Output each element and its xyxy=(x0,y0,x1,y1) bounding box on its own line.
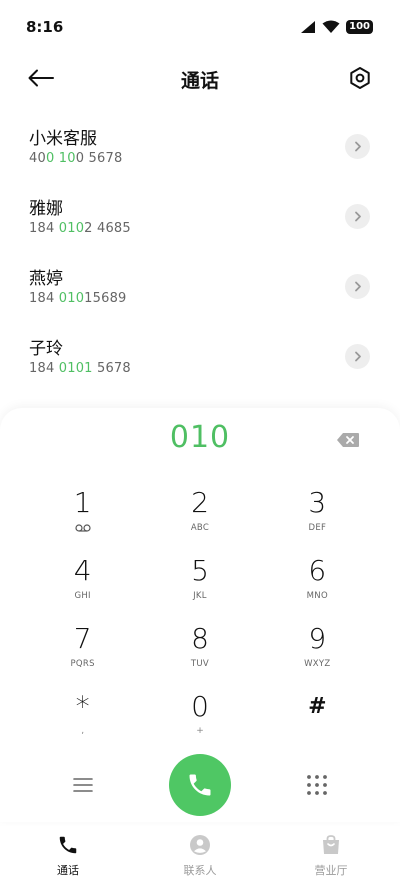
key-digit: 2 xyxy=(191,486,209,519)
status-bar: 8:16 100 xyxy=(0,0,400,56)
key-3[interactable]: 3 DEF xyxy=(259,486,376,554)
menu-button[interactable] xyxy=(72,776,94,794)
nav-item-calls[interactable]: 通话 xyxy=(18,834,118,878)
nav-label: 联系人 xyxy=(183,864,217,877)
contact-name: 子玲 xyxy=(29,339,63,359)
key-star[interactable]: * , xyxy=(24,690,141,758)
contact-detail-button[interactable] xyxy=(345,344,370,369)
key-4[interactable]: 4 GHI xyxy=(24,554,141,622)
nav-item-service-hall[interactable]: 营业厅 xyxy=(281,834,381,878)
key-8[interactable]: 8 TUV xyxy=(141,622,258,690)
chevron-right-icon xyxy=(354,141,361,152)
chevron-right-icon xyxy=(354,211,361,222)
contact-number: 400 100 5678 xyxy=(29,151,123,166)
key-digit: * xyxy=(75,690,90,723)
key-letters: + xyxy=(196,726,204,736)
nav-label: 营业厅 xyxy=(314,864,348,877)
key-hash[interactable]: # xyxy=(259,690,376,758)
key-digit: 5 xyxy=(191,554,209,587)
key-digit: 3 xyxy=(308,486,327,519)
contact-name: 雅娜 xyxy=(29,199,63,219)
contact-row[interactable]: 燕婷 184 01015689 xyxy=(0,256,400,326)
status-icons: 100 xyxy=(300,20,373,34)
contact-row[interactable]: 小米客服 400 100 5678 xyxy=(0,116,400,186)
call-button[interactable] xyxy=(169,754,231,816)
key-5[interactable]: 5 JKL xyxy=(141,554,258,622)
contact-number: 184 01015689 xyxy=(29,291,127,306)
action-row xyxy=(0,754,400,816)
key-letters: DEF xyxy=(308,523,327,533)
key-6[interactable]: 6 MNO xyxy=(259,554,376,622)
page-title: 通话 xyxy=(180,70,219,92)
chevron-right-icon xyxy=(354,281,361,292)
wifi-icon xyxy=(322,20,340,33)
key-digit: 8 xyxy=(191,622,209,655)
backspace-icon xyxy=(337,433,359,447)
menu-icon xyxy=(73,778,93,792)
phone-icon xyxy=(189,774,211,796)
bottom-nav: 通话 联系人 营业厅 xyxy=(0,826,400,889)
settings-icon xyxy=(350,67,370,89)
header: 通话 xyxy=(0,58,400,98)
nav-label: 通话 xyxy=(57,864,79,877)
backspace-button[interactable] xyxy=(336,432,360,448)
dial-keys: 1 2 ABC 3 DEF 4 GHI 5 JKL 6 MNO 7 PQRS 8… xyxy=(24,486,376,758)
key-digit: 9 xyxy=(308,622,327,655)
settings-button[interactable] xyxy=(348,66,372,90)
key-letters: WXYZ xyxy=(304,659,331,669)
key-digit: 4 xyxy=(73,554,92,587)
key-digit: 0 xyxy=(191,690,209,723)
key-letters: ABC xyxy=(190,523,210,533)
battery-indicator: 100 xyxy=(346,20,373,34)
key-1[interactable]: 1 xyxy=(24,486,141,554)
key-digit: 1 xyxy=(73,486,92,519)
signal-icon xyxy=(301,21,316,33)
dialpad-toggle-button[interactable] xyxy=(306,774,328,796)
key-2[interactable]: 2 ABC xyxy=(141,486,258,554)
nav-item-contacts[interactable]: 联系人 xyxy=(150,834,250,878)
status-time: 8:16 xyxy=(26,18,64,36)
contact-detail-button[interactable] xyxy=(345,204,370,229)
key-letters: GHI xyxy=(74,591,91,601)
key-letters: JKL xyxy=(193,591,207,601)
shopping-bag-icon xyxy=(323,835,339,854)
key-digit: # xyxy=(308,694,327,719)
key-letters: , xyxy=(81,726,85,736)
key-letters: TUV xyxy=(190,659,210,669)
key-digit: 7 xyxy=(73,622,92,655)
keypad-panel: 010 1 2 ABC 3 DEF 4 GHI 5 JKL 6 MNO 7 PQ… xyxy=(0,408,400,822)
contact-name: 燕婷 xyxy=(29,269,63,289)
contact-row[interactable]: 雅娜 184 0102 4685 xyxy=(0,186,400,256)
contact-list: 小米客服 400 100 5678 雅娜 184 0102 4685 燕婷 18… xyxy=(0,116,400,396)
key-digit: 6 xyxy=(308,554,327,587)
phone-icon xyxy=(59,836,77,854)
key-7[interactable]: 7 PQRS xyxy=(24,622,141,690)
key-letters: PQRS xyxy=(70,659,95,669)
key-0[interactable]: 0 + xyxy=(141,690,258,758)
contact-detail-button[interactable] xyxy=(345,274,370,299)
contact-row[interactable]: 子玲 184 0101 5678 xyxy=(0,326,400,396)
contact-name: 小米客服 xyxy=(29,129,97,149)
voicemail-icon xyxy=(75,524,91,532)
key-9[interactable]: 9 WXYZ xyxy=(259,622,376,690)
contact-number: 184 0102 4685 xyxy=(29,221,131,236)
key-letters: MNO xyxy=(306,591,328,601)
contact-number: 184 0101 5678 xyxy=(29,361,131,376)
dialpad-icon xyxy=(307,775,327,795)
contact-detail-button[interactable] xyxy=(345,134,370,159)
chevron-right-icon xyxy=(354,351,361,362)
contacts-icon xyxy=(190,835,210,855)
